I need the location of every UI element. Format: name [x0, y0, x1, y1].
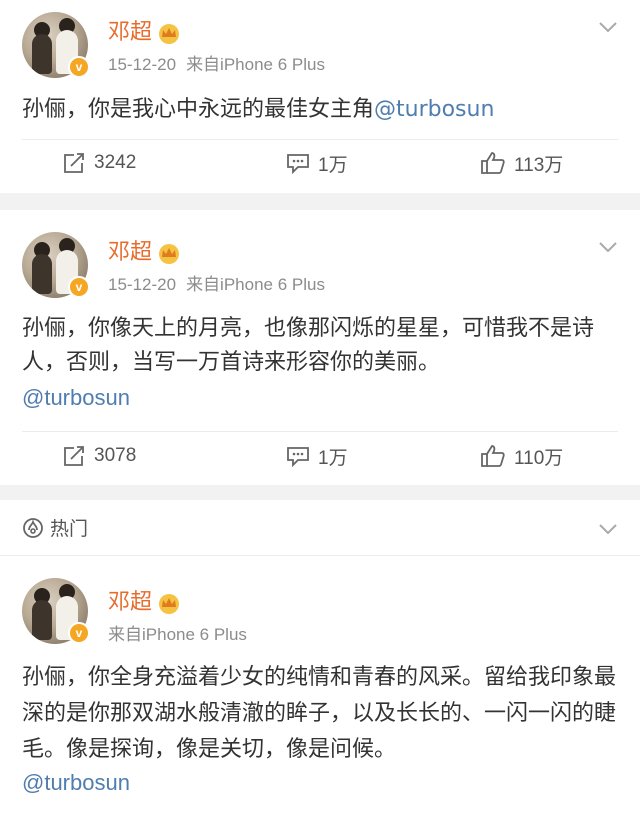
like-icon [481, 445, 505, 467]
post-date: 15-12-20 [108, 55, 177, 74]
post-date: 15-12-20 [108, 275, 177, 294]
divider [22, 431, 618, 432]
chevron-down-icon[interactable] [598, 240, 618, 254]
like-button[interactable]: 113万 [480, 143, 563, 183]
comment-count: 1万 [318, 154, 348, 176]
like-count: 110万 [514, 447, 564, 469]
hot-section-header: 热门 [0, 500, 640, 556]
crown-icon [159, 594, 180, 614]
repost-icon [64, 153, 84, 173]
post-author[interactable]: 邓超 [108, 234, 182, 266]
comment-count: 1万 [318, 447, 348, 469]
post-meta: 15-12-20 来自iPhone 6 Plus [108, 50, 325, 75]
comment-icon [287, 154, 309, 174]
like-button[interactable]: 110万 [480, 436, 563, 476]
comment-button[interactable]: 1万 [286, 143, 348, 183]
post-author[interactable]: 邓超 [108, 584, 182, 616]
action-bar: 3242 1万 113万 [0, 143, 640, 183]
comment-icon [287, 447, 309, 467]
divider [22, 139, 618, 140]
repost-icon [64, 446, 84, 466]
repost-button[interactable]: 3242 [62, 143, 136, 183]
hot-label: 热门 [50, 518, 89, 540]
author-name[interactable]: 邓超 [108, 590, 152, 615]
post-source: 来自iPhone 6 Plus [186, 55, 325, 74]
chevron-down-icon[interactable] [598, 20, 618, 34]
action-bar: 3078 1万 110万 [0, 436, 640, 476]
verified-badge: v [68, 56, 90, 78]
post-card: v 邓超 15-12-20 来自iPhone 6 Plus 孙俪，你像天上的月亮，… [0, 210, 640, 485]
repost-count: 3242 [94, 152, 137, 173]
like-count: 113万 [514, 154, 564, 176]
repost-button[interactable]: 3078 [62, 436, 136, 476]
post-source: 来自iPhone 6 Plus [186, 275, 325, 294]
crown-icon [159, 244, 180, 264]
post-text: 孙俪，你是我心中永远的最佳女主角@turbosun [22, 97, 495, 122]
mention-link[interactable]: @turbosun [374, 97, 494, 122]
post-author[interactable]: 邓超 [108, 14, 182, 46]
like-icon [481, 152, 505, 174]
comment-button[interactable]: 1万 [286, 436, 348, 476]
post-meta: 来自iPhone 6 Plus [108, 620, 247, 645]
post-text: 孙俪，你像天上的月亮，也像那闪烁的星星，可惜我不是诗人，否则，当写一万首诗来形容… [22, 316, 595, 375]
repost-count: 3078 [94, 445, 137, 466]
mention-link[interactable]: @turbosun [22, 385, 130, 411]
chevron-down-icon[interactable] [598, 522, 618, 536]
post-card: 热门 v 邓超 来自iPhone 6 Plus 孙俪，你全身充溢着少女的纯情和青… [0, 500, 640, 837]
verified-badge: v [68, 622, 90, 644]
author-name[interactable]: 邓超 [108, 20, 152, 45]
author-name[interactable]: 邓超 [108, 240, 152, 265]
mention-link[interactable]: @turbosun [22, 770, 130, 796]
verified-badge: v [68, 276, 90, 298]
post-source: 来自iPhone 6 Plus [108, 625, 247, 644]
crown-icon [159, 24, 180, 44]
post-text: 孙俪，你全身充溢着少女的纯情和青春的风采。留给我印象最深的是你那双湖水般清澈的眸… [22, 665, 617, 762]
hot-icon [23, 518, 43, 538]
post-meta: 15-12-20 来自iPhone 6 Plus [108, 270, 325, 295]
post-card: v 邓超 15-12-20 来自iPhone 6 Plus 孙俪，你是我心中永远的… [0, 0, 640, 193]
